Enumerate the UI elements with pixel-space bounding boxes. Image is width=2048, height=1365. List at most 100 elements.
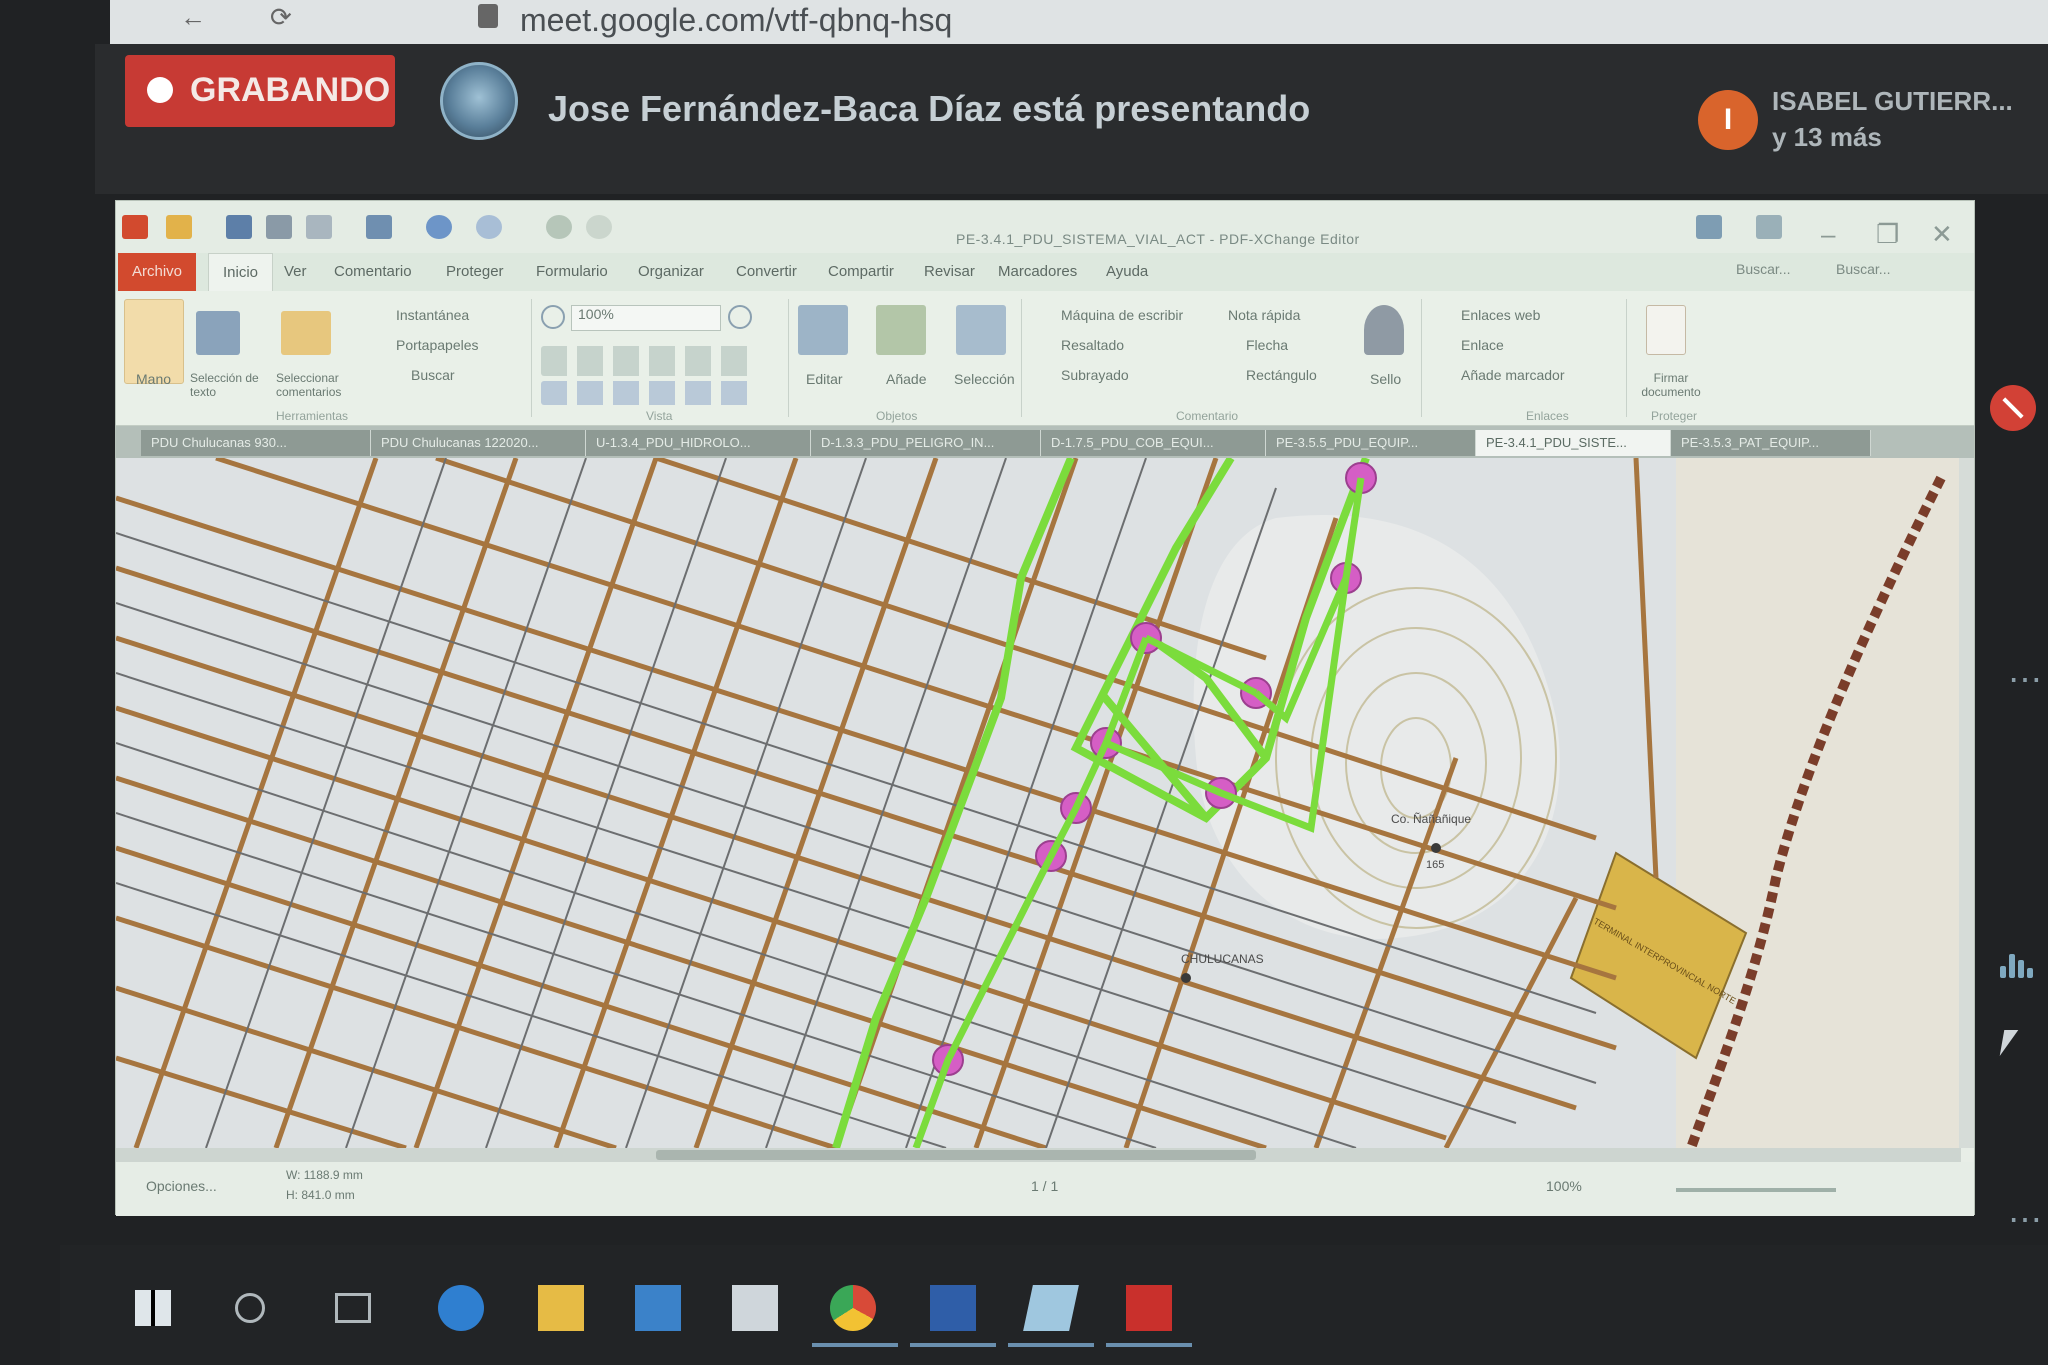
horizontal-scrollbar[interactable] xyxy=(116,1148,1961,1162)
notes-icon[interactable] xyxy=(1023,1285,1079,1331)
pdf-reader-icon[interactable] xyxy=(1126,1285,1172,1331)
windows-start-icon[interactable] xyxy=(135,1290,171,1326)
back-icon[interactable]: ← xyxy=(180,2,206,33)
redo-icon[interactable] xyxy=(476,215,502,239)
ui-options-icon[interactable] xyxy=(1756,215,1782,239)
doc-tab[interactable]: PDU Chulucanas 930... xyxy=(141,430,371,456)
menu-archivo[interactable]: Archivo xyxy=(118,253,196,291)
pdf-active-indicator xyxy=(1106,1343,1192,1347)
menu-revisar[interactable]: Revisar xyxy=(924,263,975,280)
doc-tab[interactable]: D-1.7.5_PDU_COB_EQUI... xyxy=(1041,430,1266,456)
page-height-readout: H: 841.0 mm xyxy=(286,1188,355,1202)
task-view-icon[interactable] xyxy=(335,1293,371,1323)
scrollbar-thumb[interactable] xyxy=(656,1150,1256,1160)
doc-tab[interactable]: D-1.3.3_PDU_PELIGRO_IN... xyxy=(811,430,1041,456)
page-view-icons[interactable] xyxy=(541,346,751,376)
menu-marcadores[interactable]: Marcadores xyxy=(998,263,1077,280)
text-select-icon[interactable] xyxy=(196,311,240,355)
clipboard-button[interactable]: Portapapeles xyxy=(396,337,479,353)
doc-tab[interactable]: U-1.3.4_PDU_HIDROLO... xyxy=(586,430,811,456)
more-options-icon-bottom[interactable]: ⋯ xyxy=(2008,1200,2044,1240)
hand-tool-label: Mano xyxy=(136,371,172,387)
mail-icon[interactable] xyxy=(635,1285,681,1331)
zoom-in-icon[interactable] xyxy=(728,305,752,329)
outskirts-area xyxy=(1676,458,1961,1148)
doc-tab[interactable]: PE-3.5.3_PAT_EQUIP... xyxy=(1671,430,1871,456)
zoom-combo[interactable]: 100% xyxy=(571,305,721,331)
participant-name: ISABEL GUTIERR... xyxy=(1772,86,2013,116)
rectangle-button[interactable]: Rectángulo xyxy=(1246,367,1317,383)
store-icon[interactable] xyxy=(732,1285,778,1331)
group-proteger: Proteger xyxy=(1651,409,1698,423)
search-box-2[interactable]: Buscar... xyxy=(1836,261,1890,277)
file-explorer-icon[interactable] xyxy=(538,1285,584,1331)
status-zoom[interactable]: 100% xyxy=(1546,1178,1582,1194)
menu-ver[interactable]: Ver xyxy=(284,263,307,280)
chrome-active-indicator xyxy=(812,1343,898,1347)
menu-compartir[interactable]: Compartir xyxy=(828,263,894,280)
more-options-icon[interactable]: ⋯ xyxy=(2008,660,2044,700)
doc-tab[interactable]: PDU Chulucanas 122020... xyxy=(371,430,586,456)
typewriter-button[interactable]: Máquina de escribir xyxy=(1061,307,1183,323)
ribbon-separator xyxy=(1626,299,1627,417)
menu-ayuda[interactable]: Ayuda xyxy=(1106,263,1148,280)
edit-icon[interactable] xyxy=(798,305,848,355)
close-icon[interactable]: ✕ xyxy=(1931,219,1953,250)
ribbon-separator xyxy=(788,299,789,417)
arrow-button[interactable]: Flecha xyxy=(1246,337,1288,353)
page-indicator[interactable]: 1 / 1 xyxy=(1031,1178,1058,1194)
underline-button[interactable]: Subrayado xyxy=(1061,367,1129,383)
zoom-slider[interactable] xyxy=(1676,1188,1836,1192)
sign-document-icon[interactable] xyxy=(1646,305,1686,355)
map-document-view[interactable]: Co. Ñañañique 165 CHULUCANAS TERMINAL IN… xyxy=(116,458,1961,1148)
menu-proteger[interactable]: Proteger xyxy=(446,263,504,280)
edit-button-label: Editar xyxy=(806,371,843,387)
link-button[interactable]: Enlace xyxy=(1461,337,1504,353)
vertical-scrollbar[interactable] xyxy=(1959,458,1974,1148)
zoom-out-icon[interactable] xyxy=(541,305,565,329)
mic-off-icon[interactable] xyxy=(1990,385,2036,431)
email-icon[interactable] xyxy=(306,215,332,239)
add-bookmark-button[interactable]: Añade marcador xyxy=(1461,367,1565,383)
sticky-note-button[interactable]: Nota rápida xyxy=(1228,307,1300,323)
menu-comentario[interactable]: Comentario xyxy=(334,263,412,280)
scan-icon[interactable] xyxy=(366,215,392,239)
menu-formulario[interactable]: Formulario xyxy=(536,263,608,280)
doc-tab[interactable]: PE-3.5.5_PDU_EQUIP... xyxy=(1266,430,1476,456)
menu-convertir[interactable]: Convertir xyxy=(736,263,797,280)
restore-icon[interactable]: ❐ xyxy=(1876,219,1899,250)
edge-icon[interactable] xyxy=(438,1285,484,1331)
print-icon[interactable] xyxy=(266,215,292,239)
browser-url-bar[interactable]: ← ⟳ meet.google.com/vtf-qbnq-hsq xyxy=(110,0,2048,44)
select-comments-icon[interactable] xyxy=(281,311,331,355)
web-links-button[interactable]: Enlaces web xyxy=(1461,307,1540,323)
doc-tab-active[interactable]: PE-3.4.1_PDU_SISTE... xyxy=(1476,430,1671,456)
word-icon[interactable] xyxy=(930,1285,976,1331)
undo-icon[interactable] xyxy=(426,215,452,239)
forward-view-icon[interactable] xyxy=(586,215,612,239)
reload-icon[interactable]: ⟳ xyxy=(270,2,292,33)
options-button[interactable]: Opciones... xyxy=(146,1178,217,1194)
selection-icon[interactable] xyxy=(956,305,1006,355)
participant-avatar[interactable]: I xyxy=(1698,90,1758,150)
presenter-text: Jose Fernández-Baca Díaz está presentand… xyxy=(548,88,1311,129)
search-box-1[interactable]: Buscar... xyxy=(1736,261,1790,277)
map-canvas: Co. Ñañañique 165 CHULUCANAS TERMINAL IN… xyxy=(116,458,1961,1148)
search-icon[interactable] xyxy=(235,1293,265,1323)
open-folder-icon[interactable] xyxy=(166,215,192,239)
highlight-button[interactable]: Resaltado xyxy=(1061,337,1124,353)
stamp-icon[interactable] xyxy=(1364,305,1404,355)
chrome-icon[interactable] xyxy=(830,1285,876,1331)
snapshot-button[interactable]: Instantánea xyxy=(396,307,469,323)
minimize-icon[interactable]: – xyxy=(1821,219,1835,250)
save-icon[interactable] xyxy=(226,215,252,239)
page-tools-icons[interactable] xyxy=(541,381,751,405)
layout-icon[interactable] xyxy=(1696,215,1722,239)
back-view-icon[interactable] xyxy=(546,215,572,239)
find-button[interactable]: Buscar xyxy=(411,367,455,383)
url-text[interactable]: meet.google.com/vtf-qbnq-hsq xyxy=(520,2,952,39)
menu-organizar[interactable]: Organizar xyxy=(638,263,704,280)
menu-inicio[interactable]: Inicio xyxy=(208,253,274,291)
add-icon[interactable] xyxy=(876,305,926,355)
add-button-label: Añade xyxy=(886,371,927,387)
